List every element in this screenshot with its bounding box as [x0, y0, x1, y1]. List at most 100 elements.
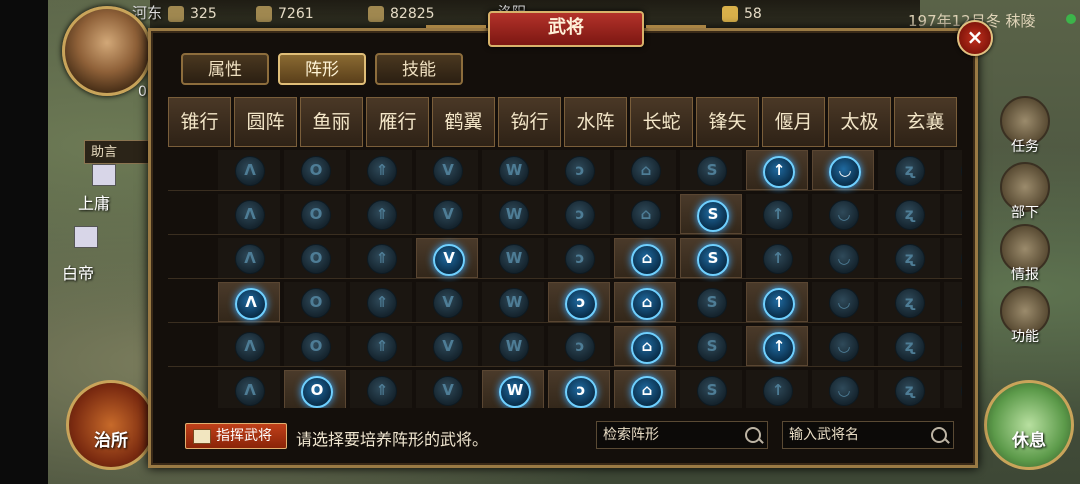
- general-row[interactable]: Λ O ⇑ V Wↄ ⌂ S ↑ ◡ ʐ ·: [168, 326, 962, 367]
- formation-cell[interactable]: ↑: [746, 326, 808, 366]
- formation-header-cell[interactable]: 鱼丽: [300, 97, 363, 147]
- side-button-subordinates[interactable]: 部下: [996, 162, 1054, 222]
- formation-cell[interactable]: O: [284, 194, 346, 234]
- formation-cell[interactable]: W: [482, 238, 544, 278]
- formation-cell[interactable]: W: [482, 194, 544, 234]
- formation-cell[interactable]: ⇑: [350, 370, 412, 408]
- formation-cell[interactable]: ↄ: [548, 238, 610, 278]
- general-row[interactable]: Λ O ⇑ V Wↄ ⌂ S ↑ ◡ ʐ ·: [168, 282, 962, 323]
- formation-cell[interactable]: V: [416, 150, 478, 190]
- formation-cell[interactable]: ↄ: [548, 370, 610, 408]
- formation-cell[interactable]: O: [284, 150, 346, 190]
- formation-header-cell[interactable]: 长蛇: [630, 97, 693, 147]
- formation-cell[interactable]: ↑: [746, 282, 808, 322]
- formation-cell[interactable]: O: [284, 282, 346, 322]
- formation-cell[interactable]: S: [680, 282, 742, 322]
- side-button-intel[interactable]: 情报: [996, 224, 1054, 284]
- general-row[interactable]: Λ O ⇑ V Wↄ ⌂ S ↑ ◡ ʐ ·: [168, 370, 962, 408]
- formation-cell[interactable]: ·: [944, 282, 962, 322]
- formation-cell[interactable]: ◡: [812, 370, 874, 408]
- general-row[interactable]: Λ O ⇑ V Wↄ ⌂ S ↑ ◡ ʐ ·: [168, 150, 962, 191]
- rest-button[interactable]: 休息: [984, 380, 1074, 470]
- formation-cell[interactable]: ʐ: [878, 370, 940, 408]
- formation-cell[interactable]: ↄ: [548, 326, 610, 366]
- formation-cell[interactable]: ʐ: [878, 238, 940, 278]
- formation-cell[interactable]: W: [482, 370, 544, 408]
- formation-cell[interactable]: S: [680, 150, 742, 190]
- player-avatar[interactable]: [62, 6, 152, 96]
- city-label-baidi[interactable]: 白帝: [62, 260, 94, 284]
- formation-cell[interactable]: V: [416, 238, 478, 278]
- formation-header-cell[interactable]: 锋矢: [696, 97, 759, 147]
- formation-header-cell[interactable]: 偃月: [762, 97, 825, 147]
- formation-cell[interactable]: S: [680, 194, 742, 234]
- formation-cell[interactable]: ↄ: [548, 150, 610, 190]
- formation-cell[interactable]: ⌂: [614, 194, 676, 234]
- side-button-tasks[interactable]: 任务: [996, 96, 1054, 156]
- formation-cell[interactable]: Λ: [218, 370, 280, 408]
- formation-header-cell[interactable]: 鹤翼: [432, 97, 495, 147]
- formation-cell[interactable]: ↄ: [548, 194, 610, 234]
- formation-header-cell[interactable]: 雁行: [366, 97, 429, 147]
- formation-cell[interactable]: V: [416, 326, 478, 366]
- formation-cell[interactable]: ʐ: [878, 326, 940, 366]
- formation-header-cell[interactable]: 锥行: [168, 97, 231, 147]
- formation-cell[interactable]: ⌂: [614, 150, 676, 190]
- formation-cell[interactable]: O: [284, 238, 346, 278]
- formation-header-cell[interactable]: 水阵: [564, 97, 627, 147]
- formation-cell[interactable]: ◡: [812, 326, 874, 366]
- formation-cell[interactable]: Λ: [218, 150, 280, 190]
- formation-cell[interactable]: ʐ: [878, 194, 940, 234]
- formation-cell[interactable]: ⇑: [350, 282, 412, 322]
- formation-cell[interactable]: ·: [944, 150, 962, 190]
- formation-cell[interactable]: ↑: [746, 194, 808, 234]
- formation-cell[interactable]: S: [680, 238, 742, 278]
- formation-cell[interactable]: W: [482, 150, 544, 190]
- formation-cell[interactable]: S: [680, 370, 742, 408]
- formation-cell[interactable]: ◡: [812, 238, 874, 278]
- advisor-badge[interactable]: 助言: [84, 140, 152, 164]
- general-row[interactable]: Λ O ⇑ V Wↄ ⌂ S ↑ ◡ ʐ ·: [168, 238, 962, 279]
- formation-cell[interactable]: ↄ: [548, 282, 610, 322]
- formation-cell[interactable]: V: [416, 282, 478, 322]
- formation-header-cell[interactable]: 玄襄: [894, 97, 957, 147]
- tab-attributes[interactable]: 属性: [181, 53, 269, 85]
- formation-cell[interactable]: ·: [944, 194, 962, 234]
- general-row[interactable]: Λ O ⇑ V Wↄ ⌂ S ↑ ◡ ʐ ·: [168, 194, 962, 235]
- formation-cell[interactable]: O: [284, 326, 346, 366]
- formation-cell[interactable]: ◡: [812, 282, 874, 322]
- formation-cell[interactable]: ⌂: [614, 282, 676, 322]
- formation-cell[interactable]: ◡: [812, 194, 874, 234]
- search-general-input[interactable]: 输入武将名: [782, 421, 954, 449]
- governor-button[interactable]: 治所: [66, 380, 156, 470]
- close-button[interactable]: ×: [957, 20, 993, 56]
- formation-header-cell[interactable]: 钩行: [498, 97, 561, 147]
- formation-cell[interactable]: V: [416, 370, 478, 408]
- tab-skills[interactable]: 技能: [375, 53, 463, 85]
- formation-cell[interactable]: ↑: [746, 150, 808, 190]
- formation-header-cell[interactable]: 圆阵: [234, 97, 297, 147]
- formation-cell[interactable]: Λ: [218, 282, 280, 322]
- formation-cell[interactable]: ⌂: [614, 238, 676, 278]
- command-general-button[interactable]: 指挥武将: [185, 423, 287, 449]
- formation-cell[interactable]: V: [416, 194, 478, 234]
- formation-cell[interactable]: ↑: [746, 238, 808, 278]
- search-formation-input[interactable]: 检索阵形: [596, 421, 768, 449]
- city-label-shangyong[interactable]: 上庸: [78, 190, 110, 214]
- formation-cell[interactable]: ⌂: [614, 326, 676, 366]
- formation-cell[interactable]: Λ: [218, 194, 280, 234]
- formation-cell[interactable]: ʐ: [878, 150, 940, 190]
- formation-cell[interactable]: ·: [944, 238, 962, 278]
- formation-cell[interactable]: ⇑: [350, 238, 412, 278]
- formation-cell[interactable]: ·: [944, 370, 962, 408]
- formation-cell[interactable]: ⇑: [350, 194, 412, 234]
- formation-cell[interactable]: ↑: [746, 370, 808, 408]
- formation-cell[interactable]: W: [482, 326, 544, 366]
- side-button-functions[interactable]: 功能: [996, 286, 1054, 346]
- formation-header-cell[interactable]: 太极: [828, 97, 891, 147]
- formation-cell[interactable]: ·: [944, 326, 962, 366]
- formation-cell[interactable]: Λ: [218, 326, 280, 366]
- formation-cell[interactable]: S: [680, 326, 742, 366]
- tab-formation[interactable]: 阵形: [278, 53, 366, 85]
- formation-cell[interactable]: ⇑: [350, 150, 412, 190]
